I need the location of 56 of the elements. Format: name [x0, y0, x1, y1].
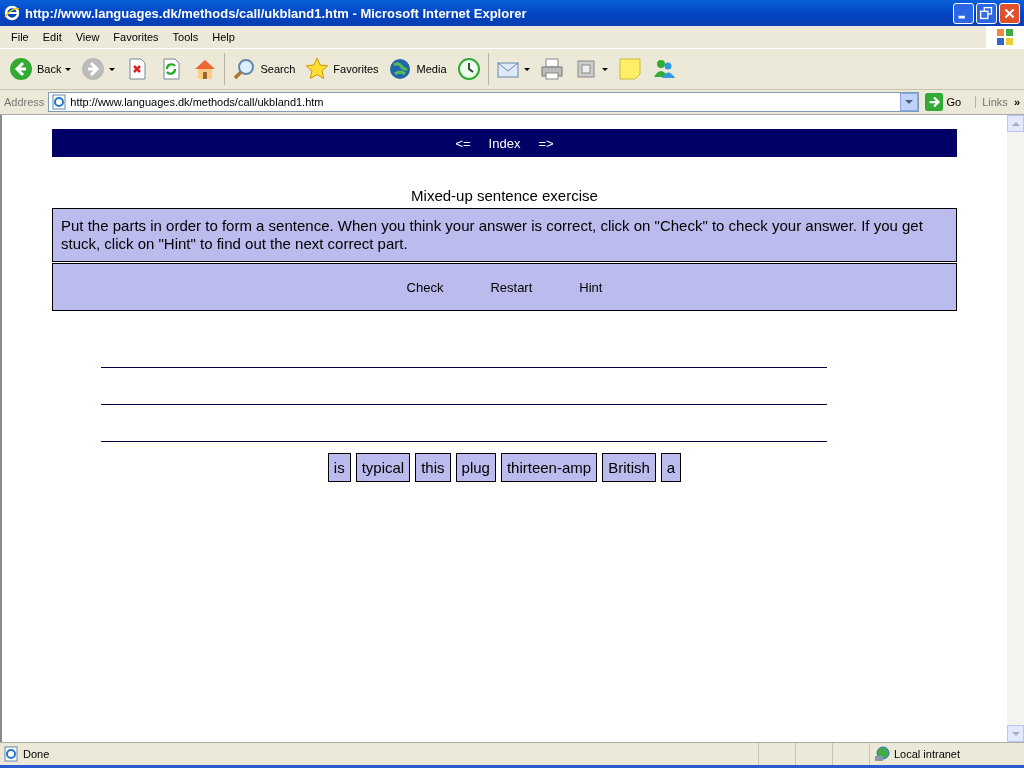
scrollbar[interactable]: [1007, 115, 1024, 742]
people-icon: [651, 57, 676, 81]
menu-item[interactable]: File: [4, 31, 36, 43]
close-button[interactable]: [999, 2, 1020, 24]
exercise-heading: Mixed-up sentence exercise: [410, 187, 599, 204]
back-button[interactable]: Back: [6, 55, 75, 83]
search-button[interactable]: Search: [229, 55, 299, 83]
menu-item[interactable]: Favorites: [106, 31, 166, 43]
network-globe-icon: [874, 746, 890, 762]
flag-logo: [995, 27, 1015, 47]
browser-logo-icon: [4, 5, 20, 21]
go-button[interactable]: Go: [922, 93, 972, 111]
address-field[interactable]: http://www.languages.dk/methods/call/ukbland1.htm: [48, 92, 919, 112]
favorites-button[interactable]: Favorites: [302, 55, 382, 83]
printer-icon: [539, 57, 564, 81]
minimize-icon: [958, 15, 965, 18]
minimize-button[interactable]: [953, 2, 974, 24]
note-icon: [617, 57, 642, 81]
word-tile[interactable]: typical: [355, 453, 411, 482]
menu-item[interactable]: Tools: [165, 31, 206, 43]
media-button[interactable]: Media: [385, 55, 450, 83]
menu-item[interactable]: Edit: [35, 31, 69, 43]
word-tile[interactable]: thirteen-amp: [500, 453, 598, 482]
page-icon: [51, 94, 68, 110]
address-label: Address: [4, 96, 45, 108]
word-tile[interactable]: a: [660, 453, 682, 482]
exercise-button[interactable]: Restart: [490, 279, 533, 295]
exercise-button[interactable]: Check: [406, 279, 444, 295]
dropdown-caret-icon: [109, 67, 116, 71]
word-tile[interactable]: plug: [455, 453, 496, 482]
arrow-icon: [924, 93, 943, 111]
dropdown-button[interactable]: [899, 93, 918, 111]
nav-link[interactable]: <=: [455, 135, 471, 151]
exercise-button[interactable]: Hint: [579, 279, 603, 295]
word-tile[interactable]: British: [602, 453, 656, 482]
globe-icon: [388, 57, 413, 81]
clock-icon: [456, 57, 481, 81]
security-zone: Local intranet: [894, 748, 961, 760]
dropdown-caret-icon: [523, 67, 530, 71]
window-title: http://www.languages.dk/methods/call/ukbland1.htm - Microsoft Internet Explorer: [25, 5, 528, 21]
dropdown-caret-icon: [65, 67, 72, 71]
word-tile[interactable]: is: [327, 453, 351, 482]
nav-link[interactable]: =>: [538, 135, 554, 151]
nav-link[interactable]: Index: [488, 135, 521, 151]
links-button[interactable]: Links: [982, 96, 1008, 108]
status-text: Done: [23, 748, 50, 760]
restore-button[interactable]: [976, 2, 997, 24]
dropdown-caret-icon: [601, 67, 608, 71]
page-icon: [3, 746, 19, 762]
instructions-text: Put the parts in order to form a sentence. When you think your answer is correct, click on "Check" to check your answer. If you get stuck, click on "Hint" to find out the next correct part.: [52, 208, 957, 262]
star-icon: [305, 57, 330, 81]
word-tile[interactable]: this: [415, 453, 451, 482]
search-icon: [232, 57, 257, 81]
menu-item[interactable]: View: [68, 31, 107, 43]
menu-item[interactable]: Help: [205, 31, 242, 43]
chevron-button[interactable]: »: [1013, 96, 1020, 108]
